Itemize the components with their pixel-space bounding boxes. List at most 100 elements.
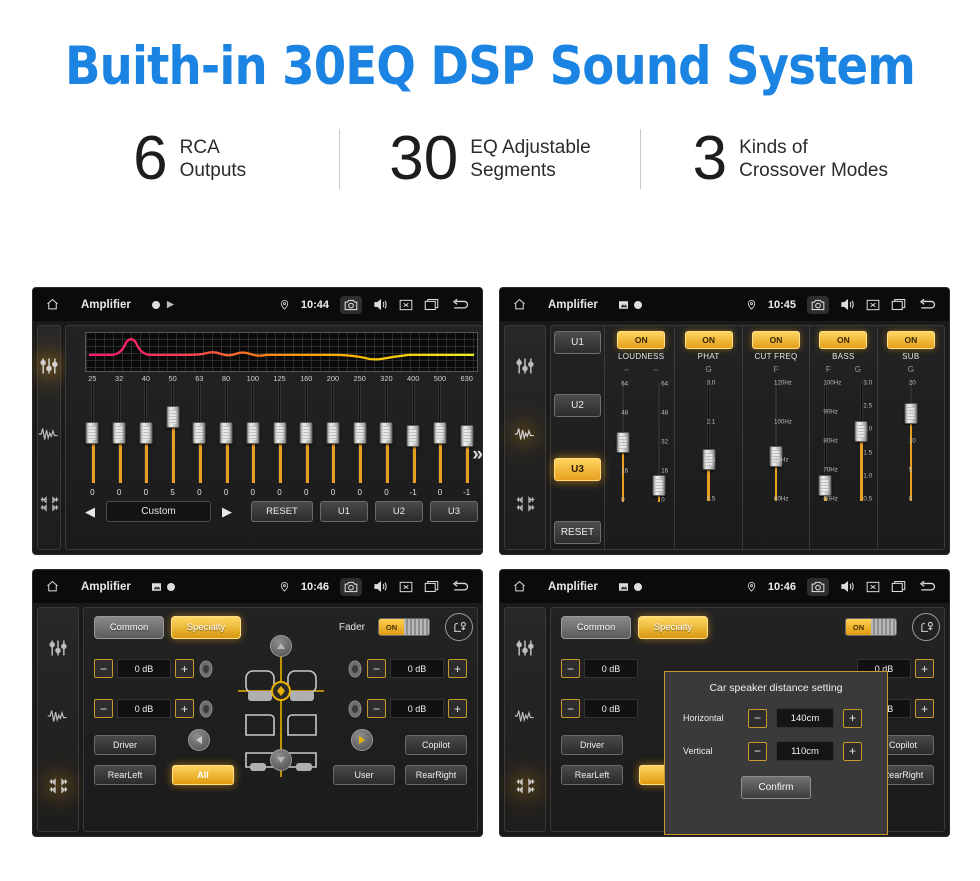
vertical-slider[interactable]: 64 48 32 16 0 xyxy=(644,378,674,506)
eq-band-slider[interactable] xyxy=(213,383,240,487)
balance-icon[interactable] xyxy=(39,493,60,519)
plus-button[interactable]: + xyxy=(915,699,934,718)
equalizer-icon[interactable] xyxy=(39,356,59,381)
preset-u2-button[interactable]: U2 xyxy=(375,501,423,522)
tab-specialty[interactable]: Specialty xyxy=(171,615,241,639)
eq-slider-knob[interactable] xyxy=(219,422,233,444)
eq-slider-knob[interactable] xyxy=(433,422,447,444)
recents-icon[interactable] xyxy=(424,580,439,593)
seat-button-user[interactable]: User xyxy=(333,765,395,785)
preset-name-display[interactable]: Custom xyxy=(106,501,211,522)
plus-button[interactable]: + xyxy=(843,708,862,728)
seat-button-driver[interactable]: Driver xyxy=(94,735,156,755)
nav-up-button[interactable] xyxy=(269,635,292,657)
eq-slider-track[interactable] xyxy=(299,383,313,483)
waveform-icon[interactable] xyxy=(38,424,60,449)
seat-button-all[interactable]: All xyxy=(172,765,234,785)
seat-button-rearright[interactable]: RearRight xyxy=(405,765,467,785)
reset-button[interactable]: RESET xyxy=(251,501,313,522)
eq-slider-track[interactable] xyxy=(246,383,260,483)
eq-slider-track[interactable] xyxy=(192,383,206,483)
on-button[interactable]: ON xyxy=(752,331,801,349)
on-button[interactable]: ON xyxy=(819,331,868,349)
close-x-icon[interactable] xyxy=(866,581,880,593)
eq-slider-track[interactable] xyxy=(273,383,286,483)
close-x-icon[interactable] xyxy=(399,299,413,311)
eq-slider-knob[interactable] xyxy=(166,405,180,428)
volume-icon[interactable] xyxy=(373,298,388,311)
eq-slider-track[interactable] xyxy=(139,383,153,483)
vertical-slider[interactable]: 3.0 2.1 1.3 0.5 xyxy=(694,377,724,505)
eq-slider-knob[interactable] xyxy=(406,425,420,448)
camera-icon[interactable] xyxy=(807,295,829,314)
eq-slider-track[interactable] xyxy=(379,383,393,483)
minus-button[interactable]: − xyxy=(94,659,113,678)
seat-button-rearleft[interactable]: RearLeft xyxy=(561,765,623,785)
back-icon[interactable] xyxy=(450,298,470,312)
minus-button[interactable]: − xyxy=(94,699,113,718)
vertical-slider[interactable]: 64 48 32 16 0 xyxy=(608,378,638,506)
eq-slider-track[interactable] xyxy=(166,383,180,483)
eq-band-slider[interactable] xyxy=(106,383,133,487)
eq-slider-knob[interactable] xyxy=(246,422,260,444)
eq-slider-knob[interactable] xyxy=(192,422,206,444)
tab-common[interactable]: Common xyxy=(94,615,164,639)
car-seat-settings-icon[interactable] xyxy=(912,613,940,641)
waveform-icon[interactable] xyxy=(514,424,536,449)
balance-icon[interactable] xyxy=(48,775,69,801)
eq-band-slider[interactable] xyxy=(346,383,373,487)
eq-slider-track[interactable] xyxy=(433,383,447,483)
balance-icon[interactable] xyxy=(515,775,536,801)
minus-button[interactable]: − xyxy=(748,741,767,761)
eq-slider-knob[interactable] xyxy=(379,422,393,444)
eq-slider-knob[interactable] xyxy=(299,422,313,444)
amp-preset-u2-button[interactable]: U2 xyxy=(554,394,601,418)
equalizer-icon[interactable] xyxy=(515,638,535,663)
minus-button[interactable]: − xyxy=(748,708,767,728)
eq-band-slider[interactable] xyxy=(320,383,347,487)
camera-icon[interactable] xyxy=(340,295,362,314)
eq-band-slider[interactable] xyxy=(266,383,293,487)
eq-band-slider[interactable] xyxy=(373,383,400,487)
slider-knob[interactable] xyxy=(652,475,666,497)
vertical-slider[interactable]: 20 15 10 5 0 xyxy=(896,377,926,505)
eq-slider-knob[interactable] xyxy=(326,422,340,444)
eq-slider-knob[interactable] xyxy=(353,422,367,444)
car-seat-settings-icon[interactable] xyxy=(445,613,473,641)
on-button[interactable]: ON xyxy=(886,331,935,349)
confirm-button[interactable]: Confirm xyxy=(741,776,811,799)
preset-u1-button[interactable]: U1 xyxy=(320,501,368,522)
eq-band-slider[interactable] xyxy=(453,383,480,487)
back-icon[interactable] xyxy=(450,580,470,594)
seat-button-copilot[interactable]: Copilot xyxy=(405,735,467,755)
eq-slider-knob[interactable] xyxy=(112,422,126,444)
home-icon[interactable] xyxy=(512,297,527,312)
waveform-icon[interactable] xyxy=(47,706,69,731)
nav-left-button[interactable] xyxy=(188,729,210,751)
home-icon[interactable] xyxy=(45,297,60,312)
seat-button-rearleft[interactable]: RearLeft xyxy=(94,765,156,785)
volume-icon[interactable] xyxy=(840,580,855,593)
close-x-icon[interactable] xyxy=(866,299,880,311)
eq-band-slider[interactable] xyxy=(239,383,266,487)
close-x-icon[interactable] xyxy=(399,581,413,593)
fader-toggle[interactable]: ON xyxy=(378,618,430,636)
eq-band-slider[interactable] xyxy=(79,383,106,487)
recents-icon[interactable] xyxy=(891,298,906,311)
fader-toggle[interactable]: ON xyxy=(845,618,897,636)
plus-button[interactable]: + xyxy=(915,659,934,678)
camera-icon[interactable] xyxy=(340,577,362,596)
home-icon[interactable] xyxy=(512,579,527,594)
minus-button[interactable]: − xyxy=(367,659,386,678)
tab-common[interactable]: Common xyxy=(561,615,631,639)
vertical-slider[interactable]: 100Hz 90Hz 80Hz 70Hz 60Hz xyxy=(810,377,841,505)
chevron-right-more-icon[interactable]: » xyxy=(472,444,482,466)
back-icon[interactable] xyxy=(917,580,937,594)
home-icon[interactable] xyxy=(45,579,60,594)
plus-button[interactable]: + xyxy=(175,659,194,678)
vertical-slider[interactable]: 120Hz 100Hz 80Hz 60Hz xyxy=(761,377,792,505)
plus-button[interactable]: + xyxy=(448,659,467,678)
minus-button[interactable]: − xyxy=(367,699,386,718)
eq-band-slider[interactable] xyxy=(427,383,454,487)
on-button[interactable]: ON xyxy=(684,331,733,349)
